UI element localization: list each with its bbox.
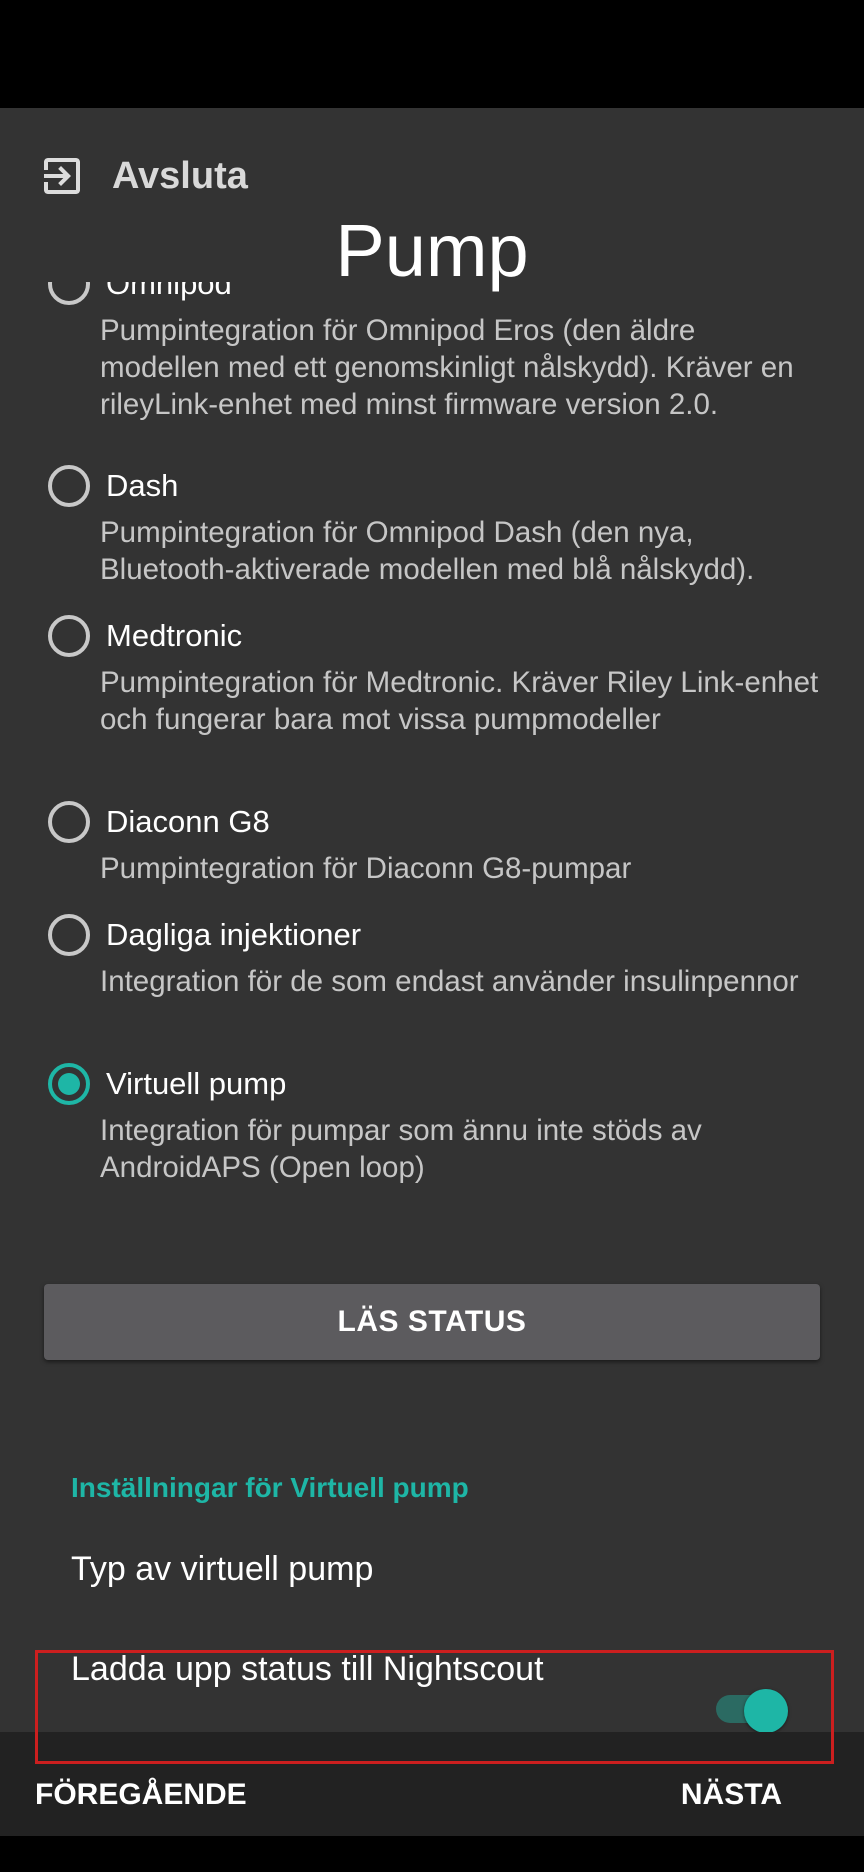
system-nav-area	[0, 1836, 864, 1872]
status-bar	[0, 0, 864, 108]
option-label: Virtuell pump	[106, 1066, 287, 1101]
option-description: Pumpintegration för Medtronic. Kräver Ri…	[100, 666, 819, 736]
radio-button-checked[interactable]	[48, 1063, 90, 1105]
page-title: Pump	[335, 209, 529, 292]
read-status-button[interactable]: LÄS STATUS	[44, 1284, 820, 1360]
exit-label: Avsluta	[112, 154, 248, 197]
option-description: Integration för pumpar som ännu inte stö…	[100, 1114, 702, 1184]
pump-options-list: Omnipod Pumpintegration för Omnipod Eros…	[0, 282, 864, 1282]
option-label: Dagliga injektioner	[106, 917, 362, 952]
option-description: Pumpintegration för Omnipod Eros (den äl…	[100, 314, 794, 421]
previous-button[interactable]: FÖREGÅENDE	[35, 1778, 247, 1812]
exit-icon	[38, 152, 86, 200]
option-omnipod[interactable]: Omnipod Pumpintegration för Omnipod Eros…	[0, 282, 864, 423]
radio-button[interactable]	[48, 914, 90, 956]
option-label: Medtronic	[106, 618, 243, 653]
option-description: Pumpintegration för Diaconn G8-pumpar	[100, 852, 632, 885]
highlight-box	[35, 1650, 834, 1764]
exit-button[interactable]: Avsluta	[38, 148, 248, 204]
option-diaconn-g8[interactable]: Diaconn G8 Pumpintegration för Diaconn G…	[0, 794, 864, 887]
option-dagliga-injektioner[interactable]: Dagliga injektioner Integration för de s…	[0, 907, 864, 1000]
option-virtuell-pump[interactable]: Virtuell pump Integration för pumpar som…	[0, 1056, 864, 1186]
setup-wizard-screen: Avsluta Pump Omnipod Pumpintegration för…	[0, 108, 864, 1836]
option-description: Integration för de som endast använder i…	[100, 965, 799, 998]
option-medtronic[interactable]: Medtronic Pumpintegration för Medtronic.…	[0, 608, 864, 738]
settings-section-header: Inställningar för Virtuell pump	[71, 1472, 469, 1503]
option-label: Diaconn G8	[106, 804, 270, 839]
virtual-pump-type-setting[interactable]: Typ av virtuell pump	[71, 1550, 373, 1589]
radio-button[interactable]	[48, 282, 90, 305]
radio-button[interactable]	[48, 465, 90, 507]
option-label: Dash	[106, 468, 179, 503]
next-button[interactable]: NÄSTA	[681, 1778, 782, 1812]
option-dash[interactable]: Dash Pumpintegration för Omnipod Dash (d…	[0, 458, 864, 588]
radio-button[interactable]	[48, 801, 90, 843]
option-description: Pumpintegration för Omnipod Dash (den ny…	[100, 516, 755, 586]
radio-button[interactable]	[48, 615, 90, 657]
option-label: Omnipod	[106, 282, 232, 301]
